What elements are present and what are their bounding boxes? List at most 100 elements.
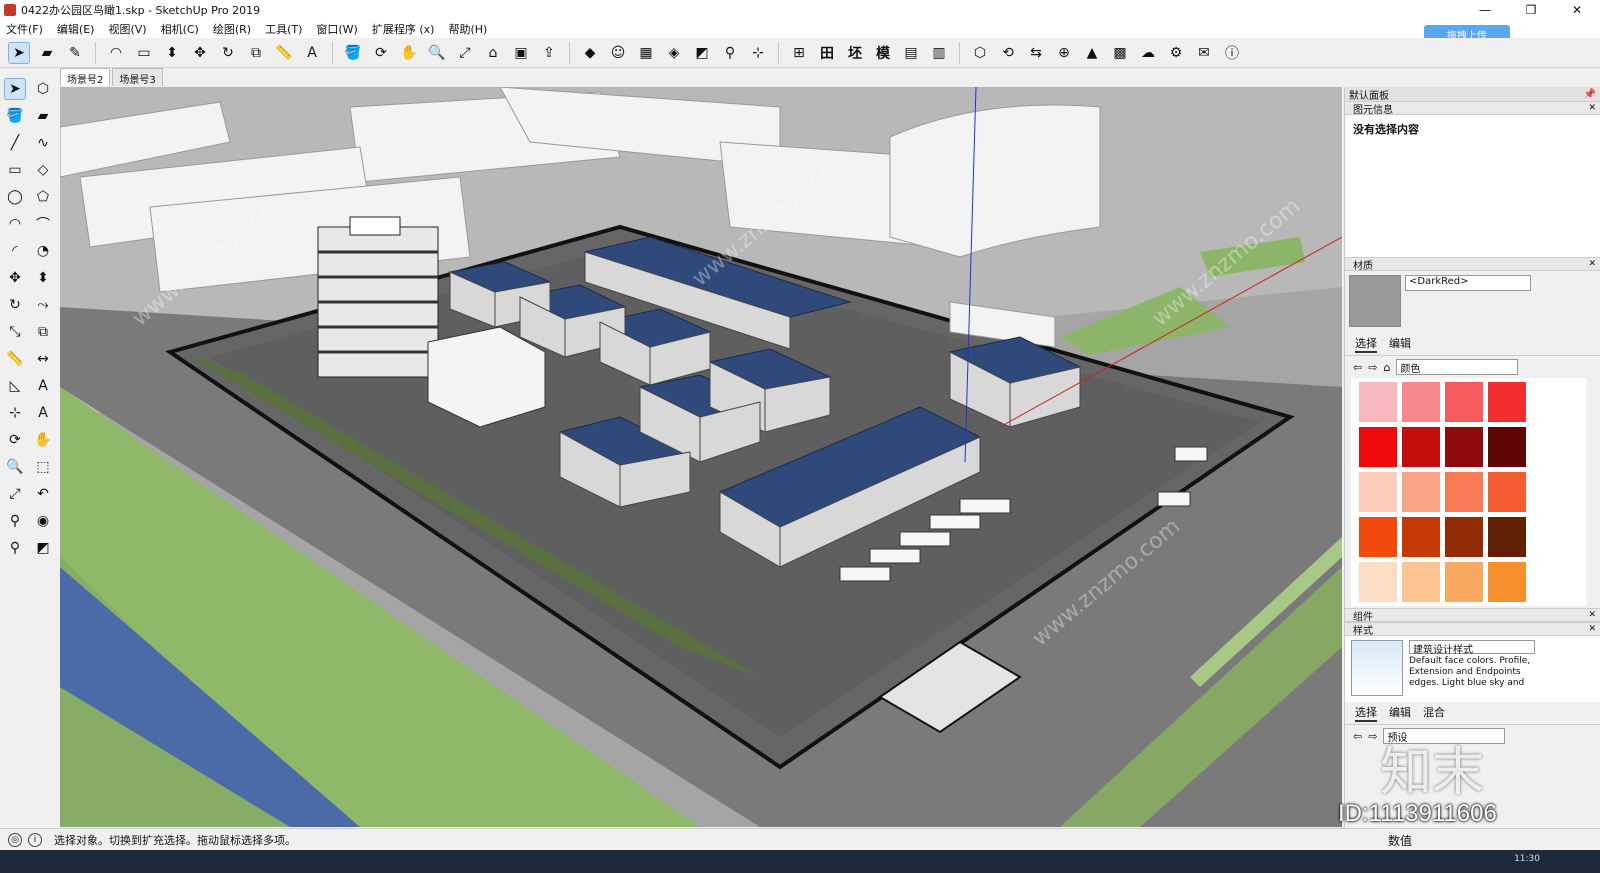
color-swatch[interactable] <box>1445 472 1483 512</box>
styles-header[interactable]: 样式 ✕ <box>1345 622 1600 637</box>
warehouse-icon[interactable]: ⌂ <box>482 42 504 64</box>
color-swatch[interactable] <box>1402 517 1440 557</box>
material-name-field[interactable]: <DarkRed> <box>1405 275 1531 291</box>
orbit-icon[interactable]: ⟳ <box>4 429 26 451</box>
arc-icon[interactable]: ◠ <box>105 42 127 64</box>
menu-window[interactable]: 窗口(W) <box>316 21 357 37</box>
close-icon[interactable]: ✕ <box>1588 610 1596 620</box>
text-icon[interactable]: A <box>32 375 54 397</box>
protractor-icon[interactable]: ◺ <box>4 375 26 397</box>
tree-icon[interactable]: ▲ <box>1081 42 1103 64</box>
arc3-icon[interactable]: ◜ <box>4 240 26 262</box>
previous-icon[interactable]: ↶ <box>32 483 54 505</box>
plugin-icon[interactable]: ⬡ <box>969 42 991 64</box>
terrain-icon[interactable]: ◈ <box>663 42 685 64</box>
menu-view[interactable]: 视图(V) <box>108 21 146 37</box>
checker-icon[interactable]: ▩ <box>1109 42 1131 64</box>
menu-tools[interactable]: 工具(T) <box>265 21 302 37</box>
close-icon[interactable]: ✕ <box>1588 103 1596 113</box>
tab-scene-3[interactable]: 场景号3 <box>112 68 163 86</box>
text-tool-icon[interactable]: 模 <box>872 42 894 64</box>
material-library-select[interactable]: 颜色 <box>1396 359 1519 375</box>
follow-me-icon[interactable]: ⤳ <box>32 294 54 316</box>
color-swatch[interactable] <box>1359 382 1397 422</box>
components-header[interactable]: 组件 ✕ <box>1345 608 1600 623</box>
tab-edit[interactable]: 编辑 <box>1389 335 1411 353</box>
export-icon[interactable]: ⇆ <box>1025 42 1047 64</box>
select-icon[interactable]: ➤ <box>4 78 26 100</box>
walk-icon[interactable]: ⚲ <box>719 42 741 64</box>
materials-header[interactable]: 材质 ✕ <box>1345 257 1600 272</box>
color-swatch[interactable] <box>1359 427 1397 467</box>
rectangle-icon[interactable]: ▭ <box>4 159 26 181</box>
extension-icon[interactable]: ▣ <box>510 42 532 64</box>
forward-arrow-icon[interactable]: ⇨ <box>1368 361 1377 374</box>
back-arrow-icon[interactable]: ⇦ <box>1353 361 1362 374</box>
color-swatch[interactable] <box>1488 472 1526 512</box>
color-swatch[interactable] <box>1445 427 1483 467</box>
ruby-icon[interactable]: ◆ <box>579 42 601 64</box>
minimize-button[interactable]: — <box>1462 0 1508 20</box>
info-icon[interactable]: ⓘ <box>1221 42 1243 64</box>
color-swatch[interactable] <box>1359 517 1397 557</box>
color-swatch[interactable] <box>1488 382 1526 422</box>
color-swatch[interactable] <box>1402 382 1440 422</box>
menu-draw[interactable]: 绘图(R) <box>213 21 251 37</box>
paint-icon[interactable]: 🪣 <box>4 105 26 127</box>
back-arrow-icon[interactable]: ⇦ <box>1353 730 1362 743</box>
layout-icon[interactable]: ▤ <box>900 42 922 64</box>
menu-help[interactable]: 帮助(H) <box>448 21 487 37</box>
panel-pin-icon[interactable]: 📌 <box>1584 89 1596 100</box>
select-icon[interactable]: ➤ <box>8 41 30 64</box>
color-swatch[interactable] <box>1445 382 1483 422</box>
color-swatch[interactable] <box>1402 562 1440 602</box>
rotated-rect-icon[interactable]: ◇ <box>32 159 54 181</box>
tab-select[interactable]: 选择 <box>1355 335 1377 353</box>
sandbox-icon[interactable]: ▦ <box>635 42 657 64</box>
push-pull-icon[interactable]: ⬍ <box>161 42 183 64</box>
move-icon[interactable]: ✥ <box>4 267 26 289</box>
pie-icon[interactable]: ◔ <box>32 240 54 262</box>
style-name-field[interactable]: 建筑设计样式 <box>1409 640 1535 656</box>
color-swatch[interactable] <box>1445 517 1483 557</box>
walk-icon[interactable]: ⚲ <box>4 537 26 559</box>
dimension-icon[interactable]: ↔ <box>32 348 54 370</box>
freehand-icon[interactable]: ∿ <box>32 132 54 154</box>
push-pull-icon[interactable]: ⬍ <box>32 267 54 289</box>
mail-icon[interactable]: ✉ <box>1193 42 1215 64</box>
offset-icon[interactable]: ⧉ <box>32 321 54 343</box>
color-swatch[interactable] <box>1488 517 1526 557</box>
close-button[interactable]: ✕ <box>1554 0 1600 20</box>
color-swatch[interactable] <box>1359 562 1397 602</box>
color-swatch[interactable] <box>1445 562 1483 602</box>
zoom-extents-icon[interactable]: ⤢ <box>4 483 26 505</box>
arc2-icon[interactable]: ⌒ <box>32 213 54 235</box>
eraser-icon[interactable]: ▰ <box>32 105 54 127</box>
axes-icon[interactable]: ⊹ <box>747 42 769 64</box>
tab-edit[interactable]: 编辑 <box>1389 704 1411 722</box>
polygon-icon[interactable]: ⬠ <box>32 186 54 208</box>
color-swatch[interactable] <box>1359 472 1397 512</box>
line-icon[interactable]: ╱ <box>4 132 26 154</box>
plus-icon[interactable]: ⊕ <box>1053 42 1075 64</box>
zoom-extents-icon[interactable]: ⤢ <box>454 42 476 64</box>
menu-extensions[interactable]: 扩展程序 (x) <box>372 21 435 37</box>
text-icon[interactable]: A <box>301 42 323 64</box>
menu-camera[interactable]: 相机(C) <box>161 21 199 37</box>
color-swatch[interactable] <box>1488 427 1526 467</box>
zoom-window-icon[interactable]: ⬚ <box>32 456 54 478</box>
geo-location-icon[interactable]: ◎ <box>8 832 22 847</box>
scale-icon[interactable]: ⤡ <box>4 321 26 343</box>
eraser-icon[interactable]: ▰ <box>36 42 58 64</box>
pan-icon[interactable]: ✋ <box>398 42 420 64</box>
forward-arrow-icon[interactable]: ⇨ <box>1368 730 1377 743</box>
maximize-button[interactable]: ❐ <box>1508 0 1554 20</box>
tape-icon[interactable]: 📏 <box>273 42 295 64</box>
close-icon[interactable]: ✕ <box>1588 259 1596 269</box>
menu-file[interactable]: 文件(F) <box>6 21 43 37</box>
user-icon[interactable]: ☺ <box>607 42 629 64</box>
pan-icon[interactable]: ✋ <box>32 429 54 451</box>
3d-text-icon[interactable]: A <box>32 402 54 424</box>
info-icon[interactable]: i <box>28 832 42 847</box>
section-icon[interactable]: ◩ <box>691 42 713 64</box>
